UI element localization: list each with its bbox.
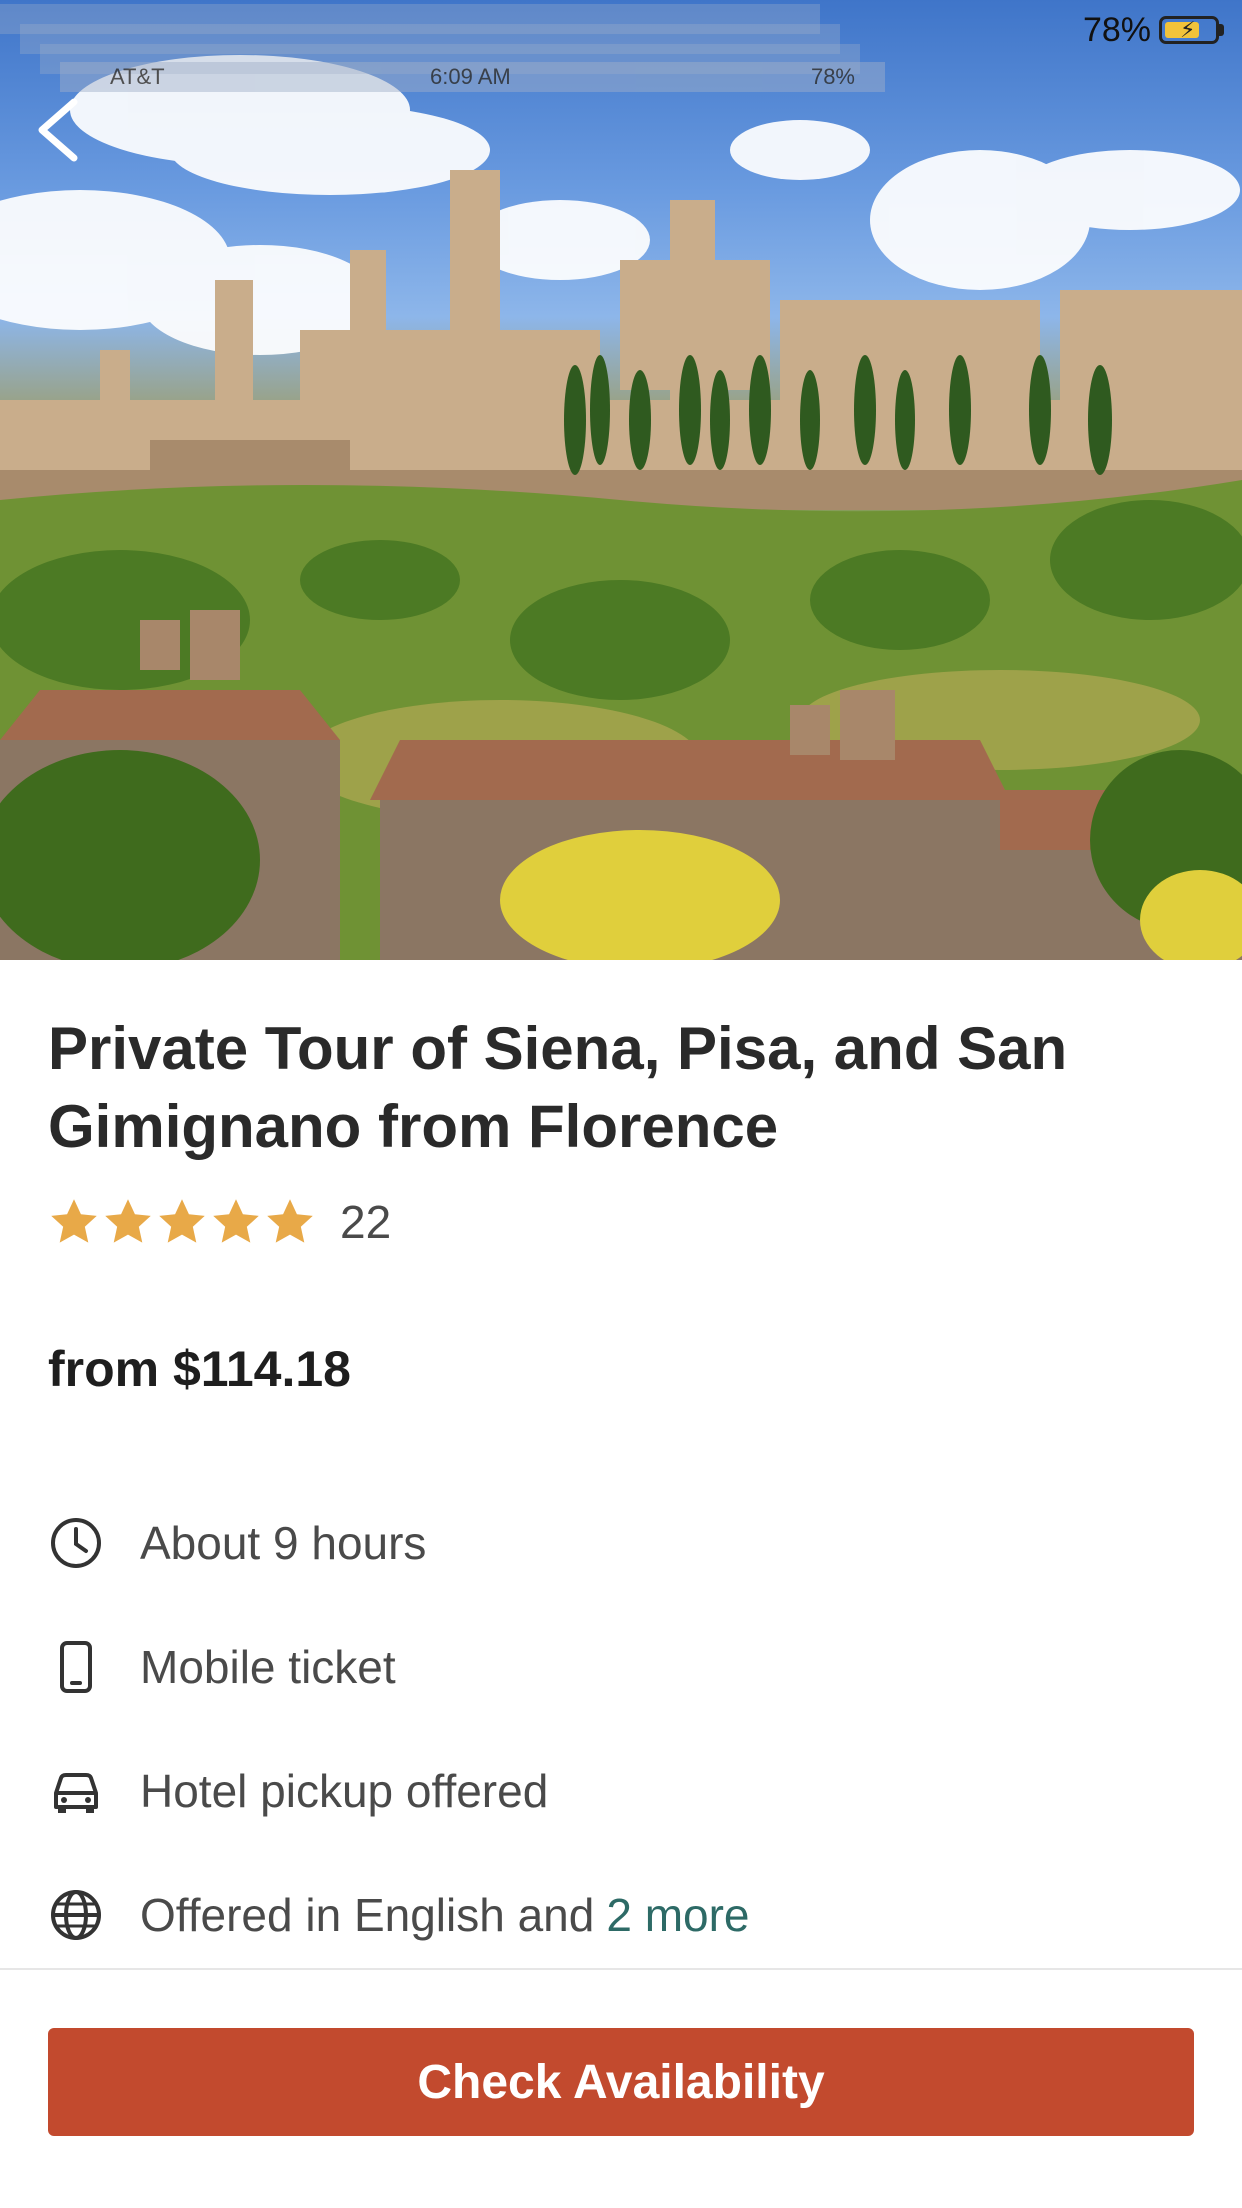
price-label: from $114.18 (48, 1341, 351, 1397)
globe-icon (51, 1890, 101, 1940)
rating-row[interactable]: 22 (48, 1195, 391, 1249)
battery-icon: ⚡ (1159, 16, 1219, 44)
feature-pickup: Hotel pickup offered (48, 1756, 548, 1826)
feature-languages: Offered in English and 2 more (48, 1880, 750, 1950)
clock-label: 6:09 AM (430, 64, 511, 89)
hero-image (0, 0, 1242, 960)
feature-text: About 9 hours (140, 1517, 427, 1569)
car-icon (54, 1773, 98, 1813)
mobile-phone-icon (60, 1641, 92, 1693)
battery-small-label: 78% (810, 64, 855, 89)
star-icon (105, 1199, 151, 1243)
battery-percent: 78% (1082, 10, 1151, 49)
review-count: 22 (340, 1196, 392, 1248)
battery-indicator: 78% ⚡ (1083, 10, 1224, 50)
product-title: Private Tour of Siena, Pisa, and San Gim… (48, 1015, 1068, 1160)
feature-text: Offered in English and (140, 1889, 595, 1941)
footer-divider (0, 1968, 1242, 1970)
feature-ticket: Mobile ticket (48, 1632, 396, 1702)
star-icon (159, 1199, 205, 1243)
feature-duration: About 9 hours (48, 1508, 426, 1578)
star-icon (51, 1199, 97, 1243)
more-languages-link[interactable]: 2 more (606, 1888, 749, 1942)
star-icon (213, 1199, 259, 1243)
hero-scene-illustration (0, 55, 1242, 960)
feature-text: Mobile ticket (140, 1641, 396, 1693)
status-bar: AT&T 6:09 AM 78% 78% ⚡ (0, 0, 1242, 100)
feature-text: Hotel pickup offered (140, 1765, 549, 1817)
back-button[interactable] (28, 90, 98, 170)
star-icon (267, 1199, 313, 1243)
status-bar-ghost: AT&T 6:09 AM 78% (60, 62, 885, 92)
chevron-left-icon (38, 98, 78, 162)
carrier-label: AT&T (110, 64, 165, 89)
clock-icon (51, 1518, 101, 1568)
check-availability-button[interactable]: Check Availability (48, 2028, 1194, 2136)
